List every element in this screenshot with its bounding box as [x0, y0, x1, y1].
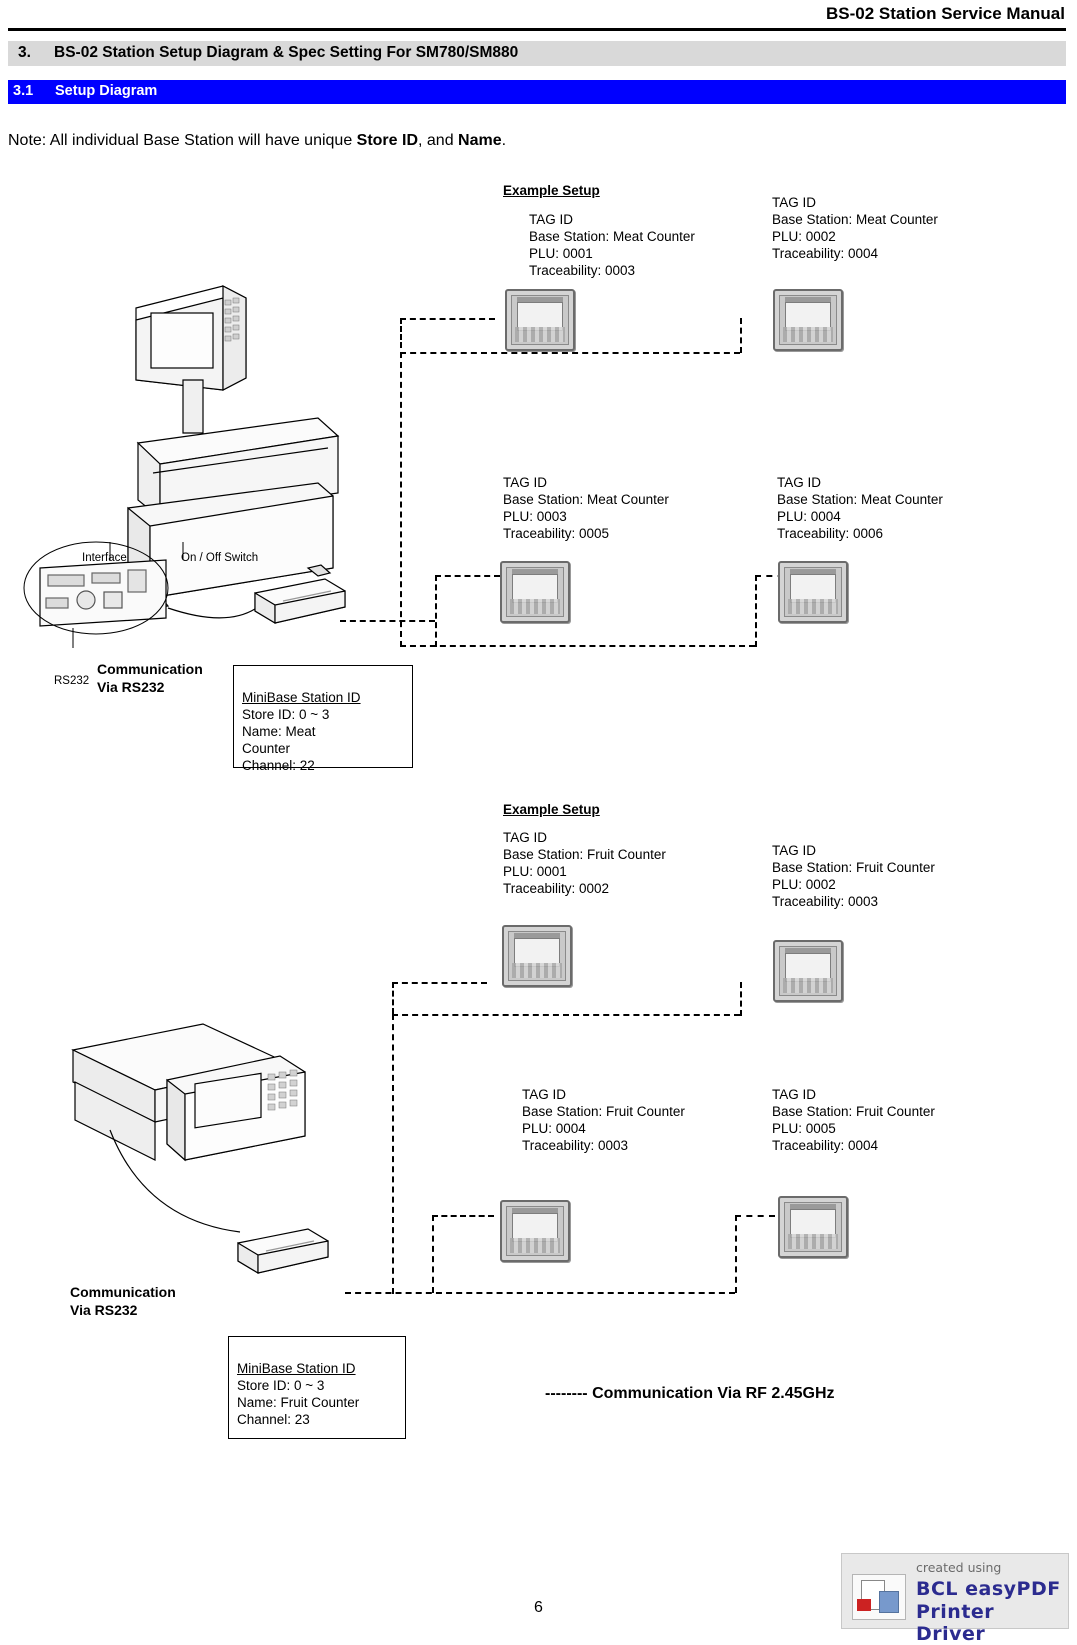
tag-id-title-1a: TAG ID — [529, 212, 574, 227]
rf-link-2-10 — [735, 1215, 775, 1217]
rf-tag-terminal-1a — [505, 289, 575, 351]
rf-tag-terminal-2c — [500, 1200, 570, 1262]
tag-id-title-1c: TAG ID — [503, 475, 548, 490]
note-bold-name: Name — [458, 132, 502, 149]
rf-tag-terminal-1c — [500, 561, 570, 623]
tag-id-title-2b: TAG ID — [772, 843, 817, 858]
rf-link-2-6 — [345, 1292, 735, 1294]
tag-id-body-1a: Base Station: Meat Counter PLU: 0001 Tra… — [529, 229, 695, 278]
subsection-number: 3.1 — [13, 83, 34, 99]
printer-body-icon — [879, 1591, 899, 1613]
rf-tag-terminal-2b — [773, 940, 843, 1002]
note-paragraph: Note: All individual Base Station will h… — [8, 132, 506, 150]
rf-link-1-1 — [400, 318, 495, 320]
rf-link-1-5 — [400, 352, 402, 647]
minibase-box-title-2: MiniBase Station ID — [237, 1361, 356, 1376]
rf-link-2-3 — [392, 1014, 740, 1016]
watermark-brand-line1: BCL easyPDF — [916, 1578, 1061, 1600]
rf-link-1-3 — [400, 352, 740, 354]
rf-tag-terminal-1b — [773, 289, 843, 351]
printer-red-icon — [857, 1599, 871, 1611]
rf-tag-terminal-1d — [778, 561, 848, 623]
communication-rs232-label-1: Communication Via RS232 — [97, 661, 203, 695]
terminal-keypad — [783, 977, 833, 993]
minibase-box-body-1: Store ID: 0 ~ 3 Name: Meat Counter Chann… — [242, 707, 330, 773]
terminal-keypad — [788, 598, 838, 614]
tag-id-title-2c: TAG ID — [522, 1087, 567, 1102]
section-number: 3. — [18, 44, 31, 61]
rf-link-2-8 — [432, 1215, 494, 1217]
tag-id-body-1d: Base Station: Meat Counter PLU: 0004 Tra… — [777, 492, 943, 541]
header-divider — [8, 28, 1066, 31]
tag-id-body-1b: Base Station: Meat Counter PLU: 0002 Tra… — [772, 212, 938, 261]
rf-tag-terminal-2d — [778, 1196, 848, 1258]
rf-link-1-6 — [400, 645, 755, 647]
rf-link-2-1 — [392, 982, 487, 984]
minibase-box-body-2: Store ID: 0 ~ 3 Name: Fruit Counter Chan… — [237, 1378, 360, 1427]
tag-id-title-1d: TAG ID — [777, 475, 822, 490]
section-title: BS-02 Station Setup Diagram & Spec Setti… — [54, 44, 519, 61]
rf-link-2-7 — [432, 1215, 434, 1293]
minibase-station-device-1 — [254, 578, 346, 625]
tag-id-title-2d: TAG ID — [772, 1087, 817, 1102]
tag-id-body-2a: Base Station: Fruit Counter PLU: 0001 Tr… — [503, 847, 666, 896]
terminal-keypad — [510, 1237, 560, 1253]
terminal-keypad — [512, 962, 562, 978]
printer-icon — [852, 1574, 906, 1620]
minibase-station-device-2 — [237, 1228, 329, 1275]
note-bold-store-id: Store ID — [356, 132, 418, 149]
minibase-station-id-box-1: MiniBase Station ID Store ID: 0 ~ 3 Name… — [233, 665, 413, 773]
bcl-easypdf-watermark: created using BCL easyPDF Printer Driver — [841, 1553, 1069, 1645]
tag-id-title-1b: TAG ID — [772, 195, 817, 210]
example-setup-label-1: Example Setup — [503, 183, 600, 198]
subsection-heading-3-1: 3.1 Setup Diagram — [8, 80, 1066, 104]
rf-tag-terminal-2a — [502, 925, 572, 987]
subsection-title: Setup Diagram — [55, 83, 158, 99]
rf-link-1-8 — [435, 575, 500, 577]
minibase-station-id-box-2: MiniBase Station ID Store ID: 0 ~ 3 Name… — [228, 1336, 406, 1439]
tag-id-body-2b: Base Station: Fruit Counter PLU: 0002 Tr… — [772, 860, 935, 909]
scale-label-interface: Interface — [82, 552, 127, 564]
watermark-created-label: created using — [916, 1560, 1002, 1575]
terminal-keypad — [783, 326, 833, 342]
rf-link-2-4 — [740, 982, 742, 1016]
terminal-keypad — [788, 1233, 838, 1249]
tag-id-body-2c: Base Station: Fruit Counter PLU: 0004 Tr… — [522, 1104, 685, 1153]
document-header-title: BS-02 Station Service Manual — [825, 4, 1065, 23]
example-setup-label-2: Example Setup — [503, 802, 600, 817]
rf-link-2-9 — [735, 1215, 737, 1293]
terminal-keypad — [515, 326, 565, 342]
document-page: BS-02 Station Service Manual 3. BS-02 Sta… — [0, 0, 1077, 1645]
rf-link-2-5 — [392, 1014, 394, 1294]
scale-label-rs232: RS232 — [54, 675, 90, 687]
rf-link-1-2 — [400, 318, 402, 348]
rf-link-1-4 — [740, 318, 742, 353]
rf-link-1-7 — [435, 575, 437, 647]
rf-link-2-2 — [392, 982, 394, 1014]
section-heading-3: 3. BS-02 Station Setup Diagram & Spec Set… — [8, 41, 1066, 66]
watermark-brand-line2: Printer Driver — [916, 1601, 995, 1645]
tag-id-body-1c: Base Station: Meat Counter PLU: 0003 Tra… — [503, 492, 669, 541]
terminal-keypad — [510, 598, 560, 614]
rf-link-1-9 — [755, 575, 757, 647]
minibase-box-title-1: MiniBase Station ID — [242, 690, 361, 705]
rf-legend: -------- Communication Via RF 2.45GHz — [545, 1385, 835, 1402]
communication-rs232-label-2: Communication Via RS232 — [70, 1284, 176, 1318]
tag-id-title-2a: TAG ID — [503, 830, 548, 845]
note-suffix: . — [501, 132, 507, 149]
tag-id-body-2d: Base Station: Fruit Counter PLU: 0005 Tr… — [772, 1104, 935, 1153]
note-middle: , and — [418, 132, 459, 149]
note-prefix: Note: All individual Base Station will h… — [8, 132, 357, 149]
